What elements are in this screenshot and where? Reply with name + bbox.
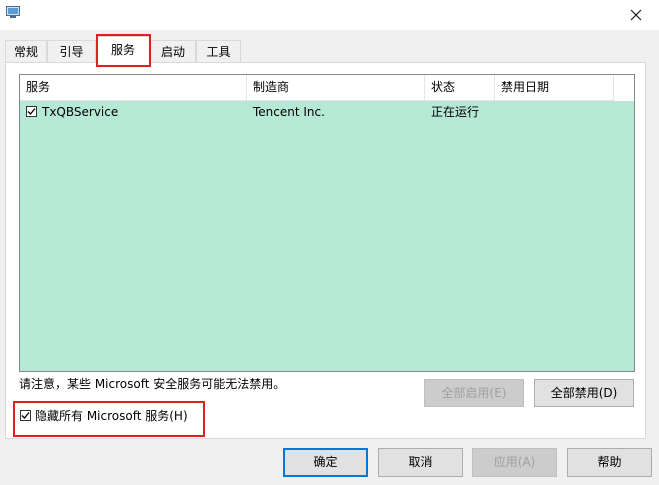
- tab-general[interactable]: 常规: [5, 40, 47, 62]
- tab-boot[interactable]: 引导: [47, 40, 96, 62]
- checkmark-icon: [21, 412, 30, 419]
- tab-label: 启动: [160, 45, 185, 59]
- service-manufacturer: Tencent Inc.: [253, 105, 325, 119]
- close-icon: [630, 9, 642, 21]
- tab-label: 常规: [13, 45, 38, 59]
- ok-button[interactable]: 确定: [283, 448, 368, 477]
- column-header-disabled-date[interactable]: 禁用日期: [495, 75, 614, 100]
- hide-microsoft-checkbox[interactable]: [20, 410, 31, 421]
- tab-startup[interactable]: 启动: [150, 40, 196, 62]
- tab-label: 引导: [59, 45, 84, 59]
- tab-services[interactable]: 服务: [96, 36, 150, 63]
- service-status: 正在运行: [431, 105, 480, 119]
- cancel-button[interactable]: 取消: [378, 448, 463, 477]
- checkmark-icon: [27, 108, 36, 115]
- row-checkbox[interactable]: [26, 106, 37, 117]
- tab-label: 工具: [206, 45, 231, 59]
- column-header-status[interactable]: 状态: [425, 75, 495, 100]
- service-name: TxQBService: [42, 105, 119, 119]
- help-button[interactable]: 帮助: [567, 448, 652, 477]
- title-bar: [0, 0, 659, 30]
- system-config-icon[interactable]: [6, 6, 20, 19]
- column-header-manufacturer[interactable]: 制造商: [247, 75, 425, 100]
- column-header-service[interactable]: 服务: [20, 75, 247, 100]
- tab-tools[interactable]: 工具: [196, 40, 241, 62]
- list-header: 服务 制造商 状态 禁用日期: [20, 75, 634, 101]
- apply-button[interactable]: 应用(A): [472, 448, 557, 477]
- enable-all-button[interactable]: 全部启用(E): [424, 379, 524, 407]
- services-list[interactable]: 服务 制造商 状态 禁用日期 TxQBService Tencent Inc. …: [19, 74, 635, 372]
- tab-label: 服务: [110, 43, 135, 57]
- hide-microsoft-label: 隐藏所有 Microsoft 服务(H): [35, 409, 188, 423]
- close-button[interactable]: [613, 0, 659, 30]
- table-row[interactable]: TxQBService Tencent Inc. 正在运行: [20, 101, 634, 123]
- security-note: 请注意，某些 Microsoft 安全服务可能无法禁用。: [19, 377, 286, 391]
- disable-all-button[interactable]: 全部禁用(D): [534, 379, 634, 407]
- scrollbar-corner: [614, 75, 634, 101]
